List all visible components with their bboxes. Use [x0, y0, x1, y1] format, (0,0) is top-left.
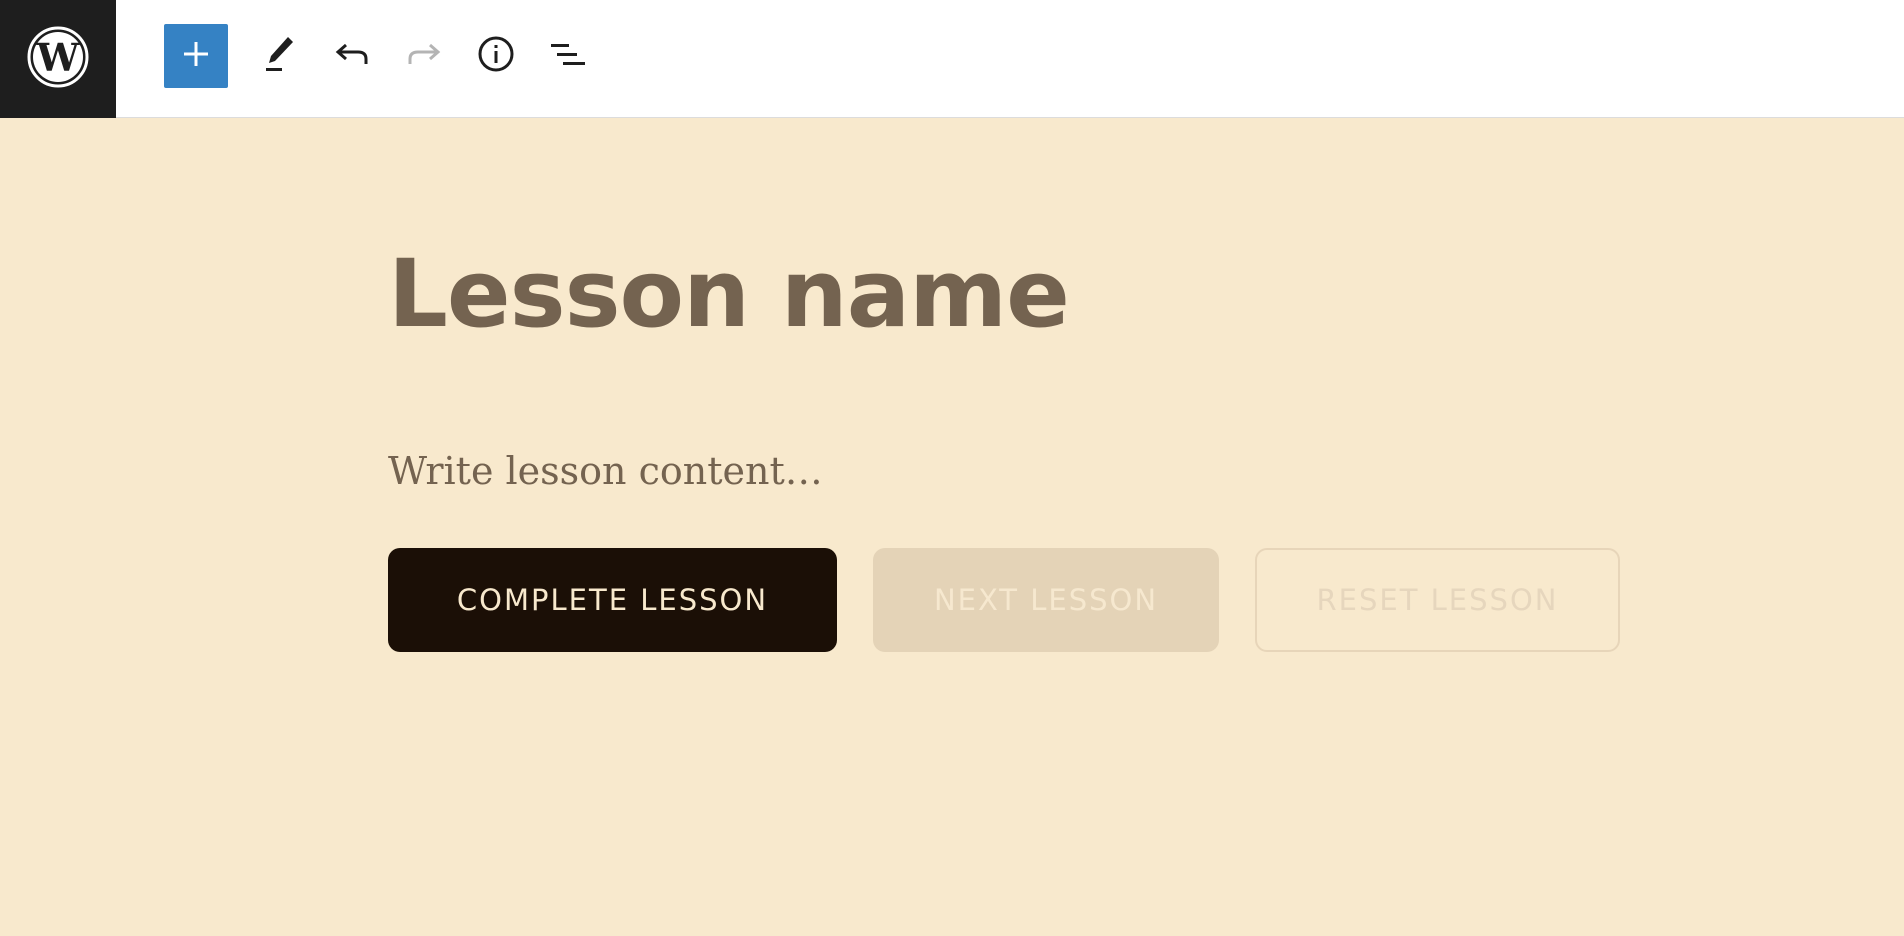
lesson-content-placeholder[interactable]: Write lesson content…	[388, 449, 823, 493]
add-block-button[interactable]	[164, 24, 228, 88]
info-icon	[477, 35, 515, 77]
next-lesson-label: NEXT LESSON	[933, 583, 1159, 617]
list-view-icon	[549, 38, 587, 74]
editor-canvas: Lesson name Write lesson content… COMPLE…	[0, 119, 1904, 936]
details-button[interactable]	[464, 24, 528, 88]
undo-button[interactable]	[320, 24, 384, 88]
redo-button[interactable]	[392, 24, 456, 88]
editor-toolbar: W	[0, 0, 1904, 118]
pencil-icon	[262, 34, 298, 78]
wordpress-logo-button[interactable]: W	[0, 0, 116, 118]
next-lesson-button[interactable]: NEXT LESSON	[873, 548, 1219, 652]
reset-lesson-button[interactable]: RESET LESSON	[1255, 548, 1620, 652]
tools-edit-button[interactable]	[248, 24, 312, 88]
undo-icon	[334, 40, 370, 72]
reset-lesson-label: RESET LESSON	[1316, 583, 1559, 617]
plus-icon	[182, 40, 210, 72]
complete-lesson-button[interactable]: COMPLETE LESSON	[388, 548, 837, 652]
list-view-button[interactable]	[536, 24, 600, 88]
redo-icon	[406, 40, 442, 72]
complete-lesson-label: COMPLETE LESSON	[456, 583, 769, 617]
lesson-title[interactable]: Lesson name	[388, 239, 1070, 352]
wordpress-logo-icon: W	[27, 26, 89, 92]
svg-text:W: W	[36, 35, 81, 80]
